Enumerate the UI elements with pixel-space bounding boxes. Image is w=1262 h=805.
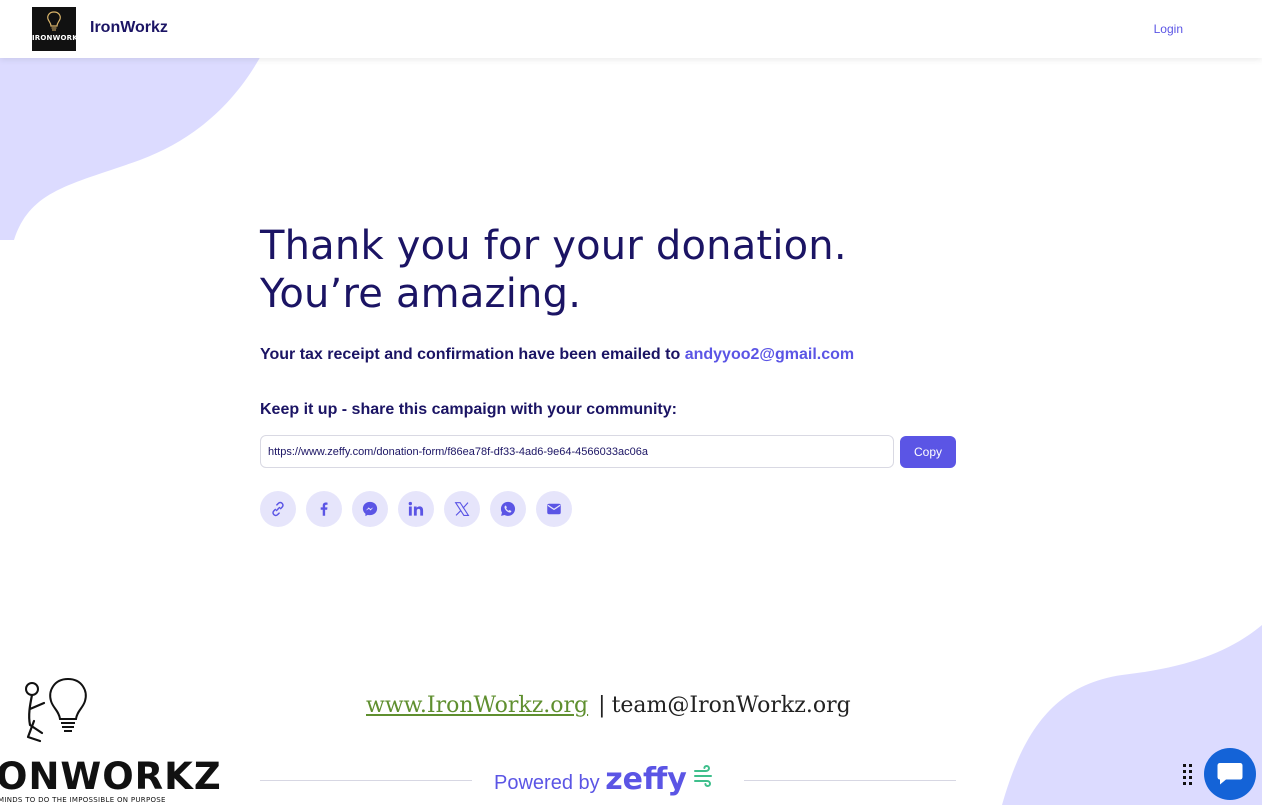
zeffy-wordmark: zeffy — [605, 762, 687, 797]
chat-launcher-button[interactable] — [1204, 748, 1256, 800]
footer-ironworkz-logo: ONWORKZ MINDS TO DO THE IMPOSSIBLE ON PU… — [0, 675, 221, 805]
footer-logo-tagline: MINDS TO DO THE IMPOSSIBLE ON PURPOSE — [0, 796, 166, 804]
whatsapp-icon — [500, 501, 516, 516]
footer-logo-wordmark: ONWORKZ — [0, 755, 222, 798]
page-title-line-1: Thank you for your donation. — [260, 223, 847, 269]
share-email-button[interactable] — [536, 491, 572, 527]
login-link[interactable]: Login — [1154, 22, 1183, 36]
zeffy-wind-icon — [694, 764, 713, 788]
share-url-input[interactable] — [260, 435, 894, 468]
confirmation-content: Thank you for your donation. You’re amaz… — [0, 0, 1262, 805]
facebook-icon — [320, 502, 328, 516]
chat-bubble-icon — [1217, 763, 1243, 785]
email-icon — [547, 503, 561, 515]
receipt-email: andyyoo2@gmail.com — [684, 346, 855, 363]
copy-button[interactable]: Copy — [900, 436, 956, 468]
share-x-button[interactable] — [444, 491, 480, 527]
share-whatsapp-button[interactable] — [490, 491, 526, 527]
share-messenger-button[interactable] — [352, 491, 388, 527]
messenger-icon — [362, 501, 378, 517]
receipt-message: Your tax receipt and confirmation have b… — [260, 346, 854, 364]
thinker-lightbulb-icon — [25, 677, 87, 743]
share-link-button[interactable] — [260, 491, 296, 527]
page-title-line-2: You’re amazing. — [260, 271, 582, 317]
share-linkedin-button[interactable] — [398, 491, 434, 527]
lightbulb-icon — [47, 11, 61, 31]
powered-by-zeffy[interactable]: Powered by zeffy — [494, 762, 716, 797]
share-facebook-button[interactable] — [306, 491, 342, 527]
drag-handle-icon[interactable] — [1182, 763, 1194, 791]
share-heading: Keep it up - share this campaign with yo… — [260, 401, 677, 418]
brand-logo-text: IRONWORKZ — [32, 34, 76, 42]
x-icon — [454, 502, 470, 516]
brand-name[interactable]: IronWorkz — [90, 19, 168, 37]
top-navigation-bar: IRONWORKZ IronWorkz Login — [0, 0, 1262, 58]
brand-logo[interactable]: IRONWORKZ — [32, 7, 76, 51]
link-icon — [272, 501, 284, 517]
powered-by-text: Powered by — [494, 772, 600, 794]
receipt-text: Your tax receipt and confirmation have b… — [260, 346, 681, 363]
page-title: Thank you for your donation. You’re amaz… — [260, 222, 847, 318]
linkedin-icon — [408, 501, 424, 516]
